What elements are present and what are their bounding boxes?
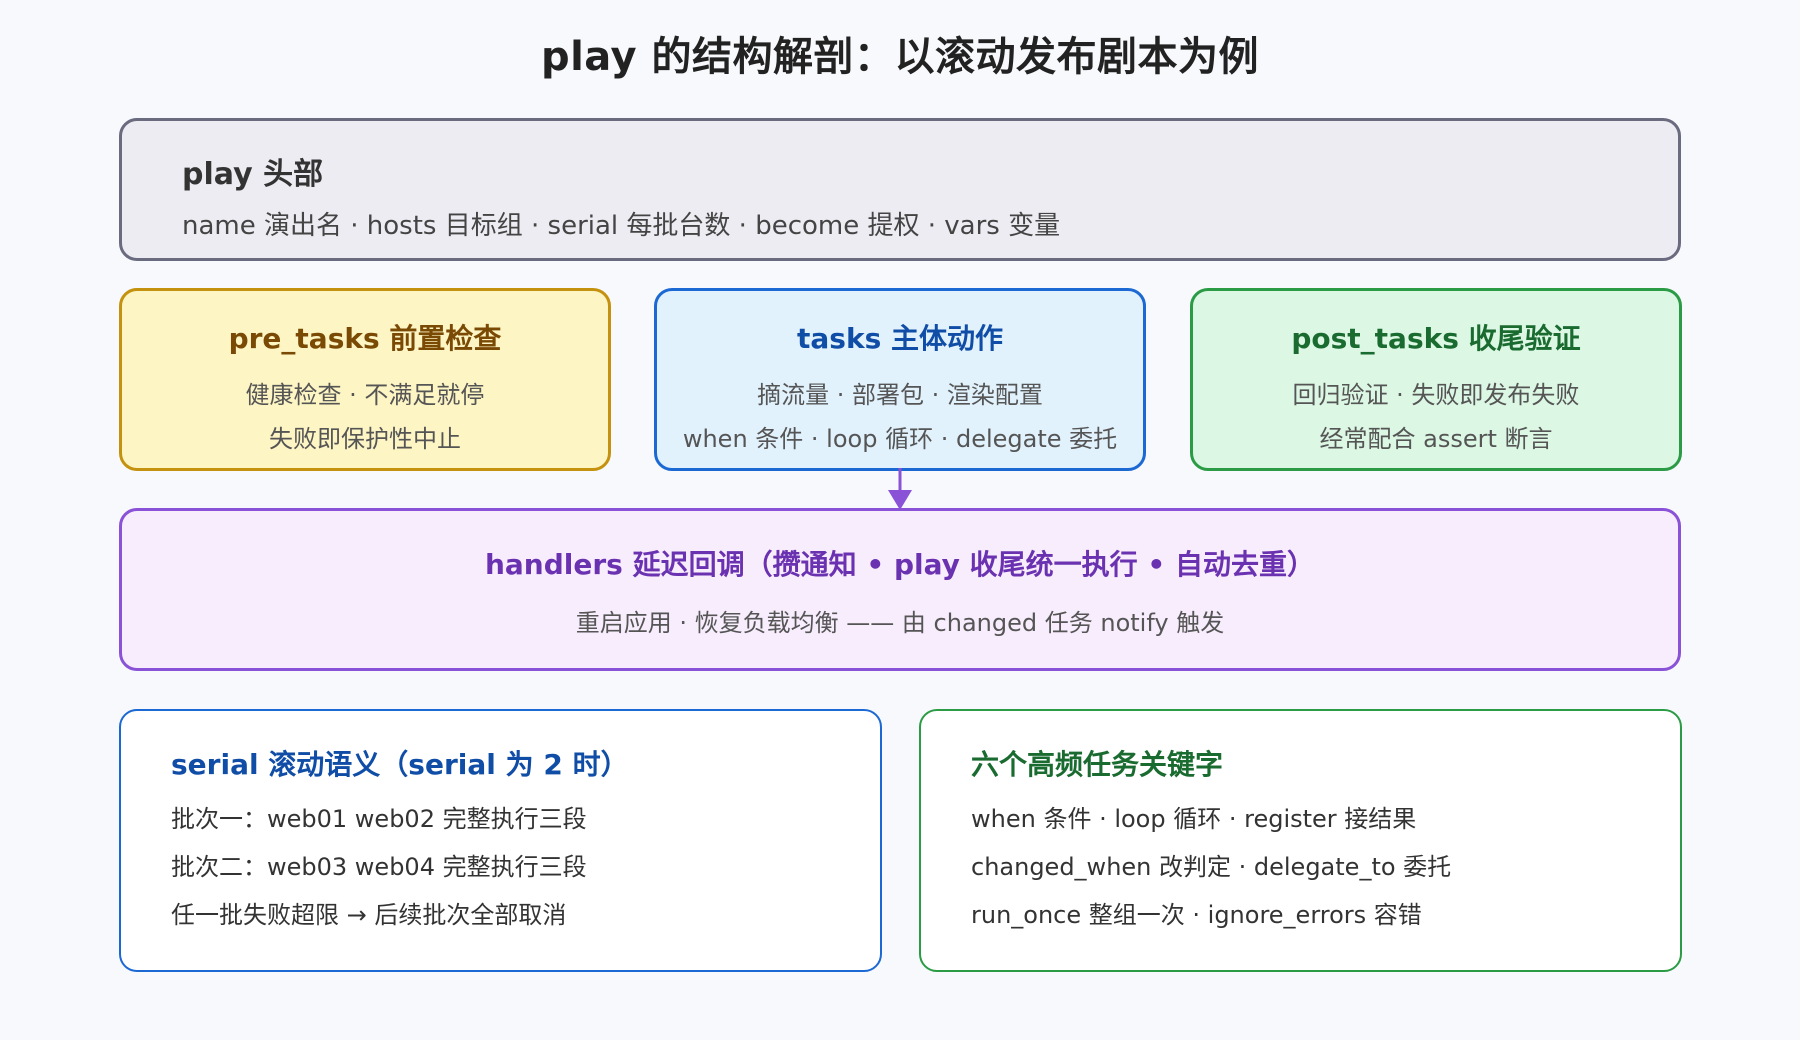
- pre-tasks-title: pre_tasks 前置检查: [228, 322, 502, 355]
- post-tasks-line-1: 回归验证 · 失败即发布失败: [1292, 381, 1580, 409]
- play-header-description: name 演出名 · hosts 目标组 · serial 每批台数 · bec…: [182, 211, 1061, 241]
- handlers-title: handlers 延迟回调（攒通知 • play 收尾统一执行 • 自动去重）: [484, 548, 1316, 581]
- post-tasks-line-2: 经常配合 assert 断言: [1319, 425, 1553, 453]
- diagram-title: play 的结构解剖：以滚动发布剧本为例: [540, 34, 1260, 80]
- handlers-description: 重启应用 · 恢复负载均衡 —— 由 changed 任务 notify 触发: [575, 609, 1225, 637]
- play-header-title: play 头部: [182, 157, 324, 192]
- pre-tasks-box: pre_tasks 前置检查 健康检查 · 不满足就停 失败即保护性中止: [119, 288, 611, 471]
- keywords-panel-line: changed_when 改判定 · delegate_to 委托: [971, 853, 1452, 881]
- serial-panel-title: serial 滚动语义（serial 为 2 时）: [171, 748, 629, 781]
- keywords-panel-line: when 条件 · loop 循环 · register 接结果: [971, 805, 1417, 833]
- serial-panel-line: 批次二：web03 web04 完整执行三段: [171, 853, 587, 881]
- keywords-panel-line: run_once 整组一次 · ignore_errors 容错: [971, 901, 1422, 929]
- pre-tasks-line-2: 失败即保护性中止: [269, 425, 461, 453]
- pre-tasks-line-1: 健康检查 · 不满足就停: [245, 381, 485, 409]
- tasks-title: tasks 主体动作: [797, 322, 1003, 355]
- tasks-to-handlers-arrow: [888, 468, 912, 510]
- keywords-panel-title: 六个高频任务关键字: [971, 748, 1224, 781]
- tasks-line-1: 摘流量 · 部署包 · 渲染配置: [757, 381, 1043, 409]
- task-keywords-panel: 六个高频任务关键字 when 条件 · loop 循环 · register 接…: [919, 709, 1682, 972]
- serial-semantics-panel: serial 滚动语义（serial 为 2 时） 批次一：web01 web0…: [119, 709, 882, 972]
- post-tasks-box: post_tasks 收尾验证 回归验证 · 失败即发布失败 经常配合 asse…: [1190, 288, 1682, 471]
- serial-panel-line: 批次一：web01 web02 完整执行三段: [171, 805, 587, 833]
- handlers-box: handlers 延迟回调（攒通知 • play 收尾统一执行 • 自动去重） …: [119, 508, 1681, 671]
- tasks-box: tasks 主体动作 摘流量 · 部署包 · 渲染配置 when 条件 · lo…: [654, 288, 1146, 471]
- tasks-line-2: when 条件 · loop 循环 · delegate 委托: [682, 425, 1118, 453]
- post-tasks-title: post_tasks 收尾验证: [1291, 322, 1581, 355]
- serial-panel-line: 任一批失败超限 → 后续批次全部取消: [171, 901, 567, 929]
- play-header-box: play 头部 name 演出名 · hosts 目标组 · serial 每批…: [119, 118, 1681, 261]
